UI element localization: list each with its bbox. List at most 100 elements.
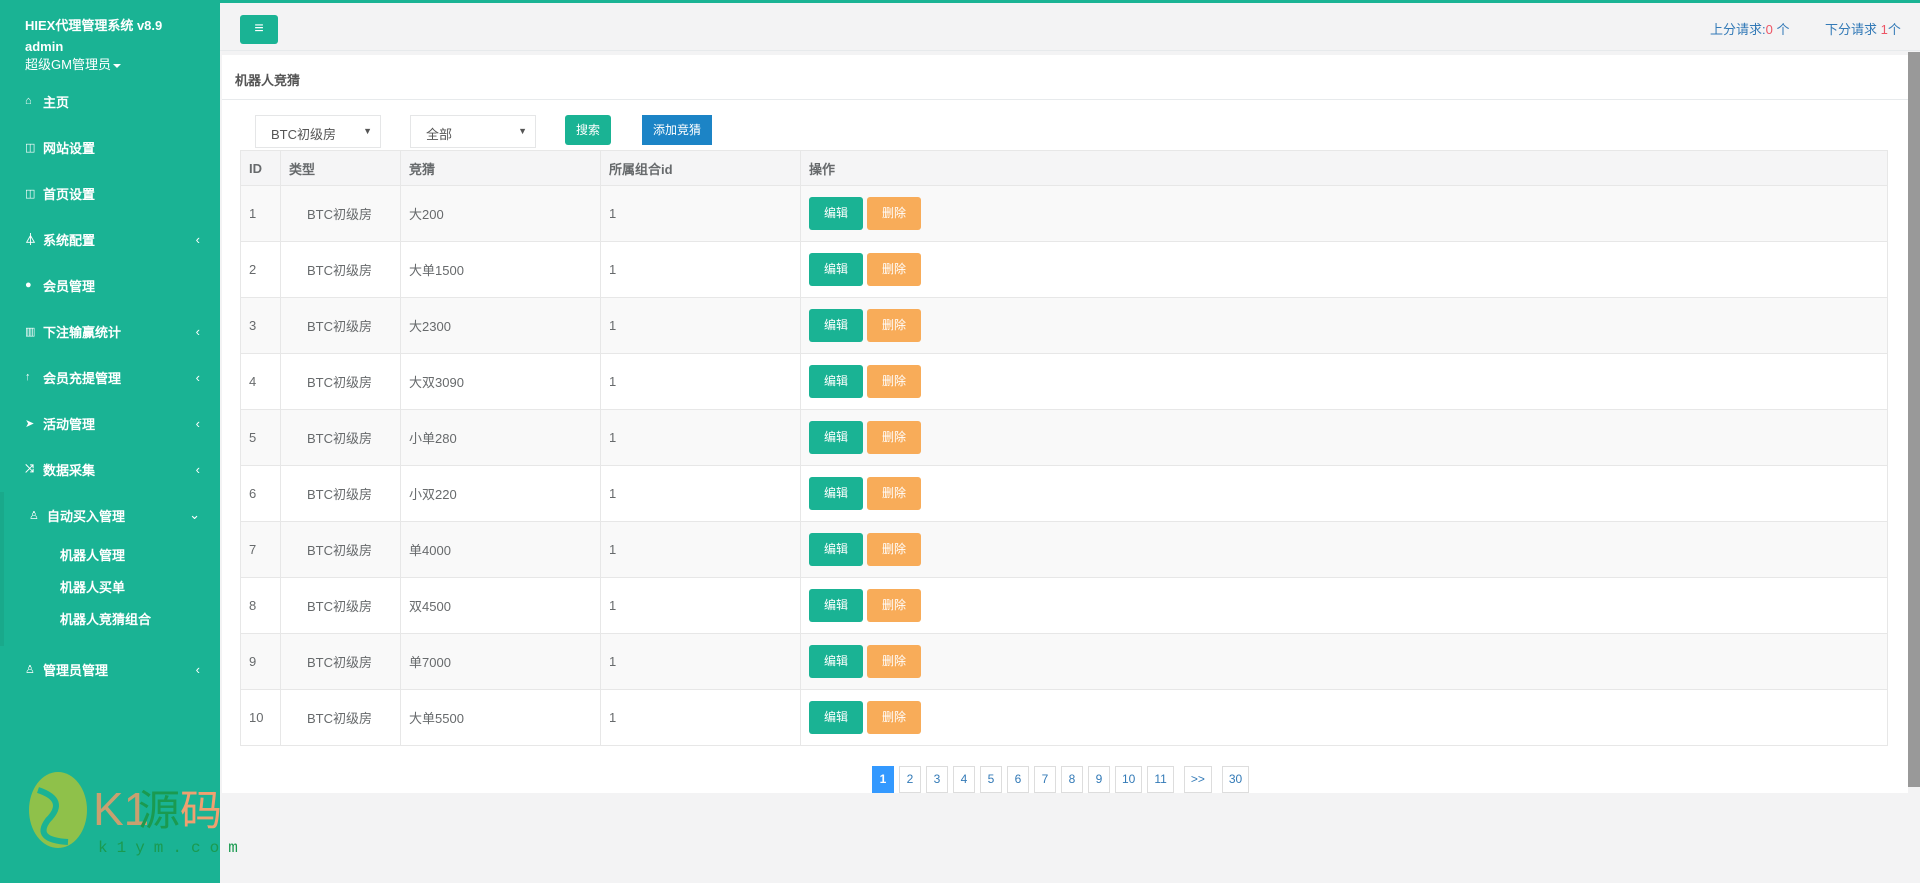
edit-button[interactable]: 编辑 <box>809 309 863 342</box>
col-guess: 竞猜 <box>400 150 601 186</box>
cell-group-id: 1 <box>600 577 801 634</box>
edit-button[interactable]: 编辑 <box>809 421 863 454</box>
chevron-left-icon: ‹ <box>195 415 200 431</box>
page-link[interactable]: 9 <box>1088 766 1110 793</box>
delete-button[interactable]: 删除 <box>867 589 921 622</box>
delete-button[interactable]: 删除 <box>867 533 921 566</box>
page-link[interactable]: 6 <box>1007 766 1029 793</box>
page-link[interactable]: 8 <box>1061 766 1083 793</box>
cell-group-id: 1 <box>600 297 801 354</box>
edit-button[interactable]: 编辑 <box>809 589 863 622</box>
sidebar-item-admins[interactable]: ♙ 管理员管理 ‹ <box>0 646 220 692</box>
edit-button[interactable]: 编辑 <box>809 253 863 286</box>
chevron-down-icon: ⌄ <box>189 507 200 522</box>
room-type-select[interactable]: BTC初级房 ▼ <box>255 115 381 148</box>
app-title: HIEX代理管理系统 v8.9 <box>25 18 163 33</box>
delete-button[interactable]: 删除 <box>867 645 921 678</box>
sidebar-subitem-robot-manage[interactable]: 机器人管理 <box>4 538 220 570</box>
status-select[interactable]: 全部 ▼ <box>410 115 536 148</box>
sidebar-item-site-settings[interactable]: ◫ 网站设置 <box>0 124 220 170</box>
cell-id: 7 <box>240 521 281 578</box>
page-link[interactable]: 7 <box>1034 766 1056 793</box>
role-dropdown[interactable]: 超级GM管理员 <box>25 56 121 74</box>
scrollbar[interactable] <box>1908 52 1920 787</box>
cell-type: BTC初级房 <box>280 185 401 242</box>
menu-toggle-button[interactable]: ≡ <box>240 15 278 44</box>
role-label: 超级GM管理员 <box>25 57 111 72</box>
cell-actions: 编辑 删除 <box>800 241 1888 298</box>
edit-button[interactable]: 编辑 <box>809 533 863 566</box>
edit-button[interactable]: 编辑 <box>809 701 863 734</box>
sidebar-item-bet-stats[interactable]: ▥ 下注输赢统计 ‹ <box>0 308 220 354</box>
cell-group-id: 1 <box>600 353 801 410</box>
sidebar-item-home-settings[interactable]: ◫ 首页设置 <box>0 170 220 216</box>
withdraw-requests-label: 下分请求 <box>1825 22 1881 37</box>
cell-id: 6 <box>240 465 281 522</box>
male-icon: ♙ <box>25 663 35 676</box>
chevron-left-icon: ‹ <box>195 231 200 247</box>
dropdown-arrow-icon: ▼ <box>363 126 372 136</box>
add-guess-button[interactable]: 添加竞猜 <box>642 115 712 145</box>
page-link[interactable]: 1 <box>872 766 894 793</box>
sidebar-item-system-config[interactable]: ⏃ 系统配置 ‹ <box>0 216 220 262</box>
cell-group-id: 1 <box>600 241 801 298</box>
sidebar-item-label: 管理员管理 <box>43 662 109 678</box>
edit-button[interactable]: 编辑 <box>809 645 863 678</box>
cell-actions: 编辑 删除 <box>800 577 1888 634</box>
sidebar-item-deposit-withdraw[interactable]: ↑ 会员充提管理 ‹ <box>0 354 220 400</box>
cell-id: 10 <box>240 689 281 746</box>
sidebar-item-members[interactable]: ● 会员管理 <box>0 262 220 308</box>
search-button[interactable]: 搜索 <box>565 115 611 145</box>
last-page-link[interactable]: 30 <box>1221 766 1250 793</box>
cell-type: BTC初级房 <box>280 689 401 746</box>
table-row: 1 BTC初级房 大200 1 编辑 删除 <box>240 185 1888 242</box>
sidebar-item-auto-buy[interactable]: ♙ 自动买入管理 ⌄ <box>4 492 220 538</box>
edit-button[interactable]: 编辑 <box>809 197 863 230</box>
cell-type: BTC初级房 <box>280 633 401 690</box>
sidebar-item-data-collection[interactable]: ⤨ 数据采集 ‹ <box>0 446 220 492</box>
cell-group-id: 1 <box>600 633 801 690</box>
sidebar-item-label: 数据采集 <box>43 462 96 478</box>
delete-button[interactable]: 删除 <box>867 197 921 230</box>
page-link[interactable]: 2 <box>899 766 921 793</box>
cell-guess: 单7000 <box>400 633 601 690</box>
page-link[interactable]: 3 <box>926 766 948 793</box>
delete-button[interactable]: 删除 <box>867 309 921 342</box>
delete-button[interactable]: 删除 <box>867 365 921 398</box>
next-page-link[interactable]: >> <box>1183 766 1212 793</box>
cell-guess: 大单1500 <box>400 241 601 298</box>
cell-group-id: 1 <box>600 185 801 242</box>
page-link[interactable]: 11 <box>1147 766 1174 793</box>
col-actions: 操作 <box>800 150 1888 186</box>
svg-text:源: 源 <box>138 786 180 835</box>
sidebar-item-label: 会员充提管理 <box>43 370 122 386</box>
cell-guess: 大200 <box>400 185 601 242</box>
paper-plane-icon: ➤ <box>25 417 35 430</box>
level-up-icon: ↑ <box>25 371 31 383</box>
cell-guess: 大双3090 <box>400 353 601 410</box>
sidebar-subitem-robot-combos[interactable]: 机器人竞猜组合 <box>4 602 220 634</box>
sidebar-subitem-robot-orders[interactable]: 机器人买单 <box>4 570 220 602</box>
cell-id: 1 <box>240 185 281 242</box>
delete-button[interactable]: 删除 <box>867 253 921 286</box>
page-link[interactable]: 4 <box>953 766 975 793</box>
delete-button[interactable]: 删除 <box>867 477 921 510</box>
deposit-requests[interactable]: 上分请求:0 个 <box>1710 19 1789 38</box>
delete-button[interactable]: 删除 <box>867 701 921 734</box>
chevron-left-icon: ‹ <box>195 461 200 477</box>
sidebar-item-label: 主页 <box>43 94 70 110</box>
sidebar-item-home[interactable]: ⌂ 主页 <box>0 78 220 124</box>
page-link[interactable]: 5 <box>980 766 1002 793</box>
svg-text:k1ym.com: k1ym.com <box>98 839 238 857</box>
edit-button[interactable]: 编辑 <box>809 477 863 510</box>
table-row: 7 BTC初级房 单4000 1 编辑 删除 <box>240 521 1888 578</box>
page-link[interactable]: 10 <box>1115 766 1143 793</box>
delete-button[interactable]: 删除 <box>867 421 921 454</box>
cell-id: 2 <box>240 241 281 298</box>
table-row: 2 BTC初级房 大单1500 1 编辑 删除 <box>240 241 1888 298</box>
cell-guess: 小单280 <box>400 409 601 466</box>
edit-button[interactable]: 编辑 <box>809 365 863 398</box>
withdraw-requests[interactable]: 下分请求 1个 <box>1825 19 1901 38</box>
sidebar-item-activities[interactable]: ➤ 活动管理 ‹ <box>0 400 220 446</box>
robot-guess-table: ID 类型 竞猜 所属组合id 操作 1 BTC初级房 大200 1 编辑 删除 2 BTC初… <box>240 150 1888 746</box>
